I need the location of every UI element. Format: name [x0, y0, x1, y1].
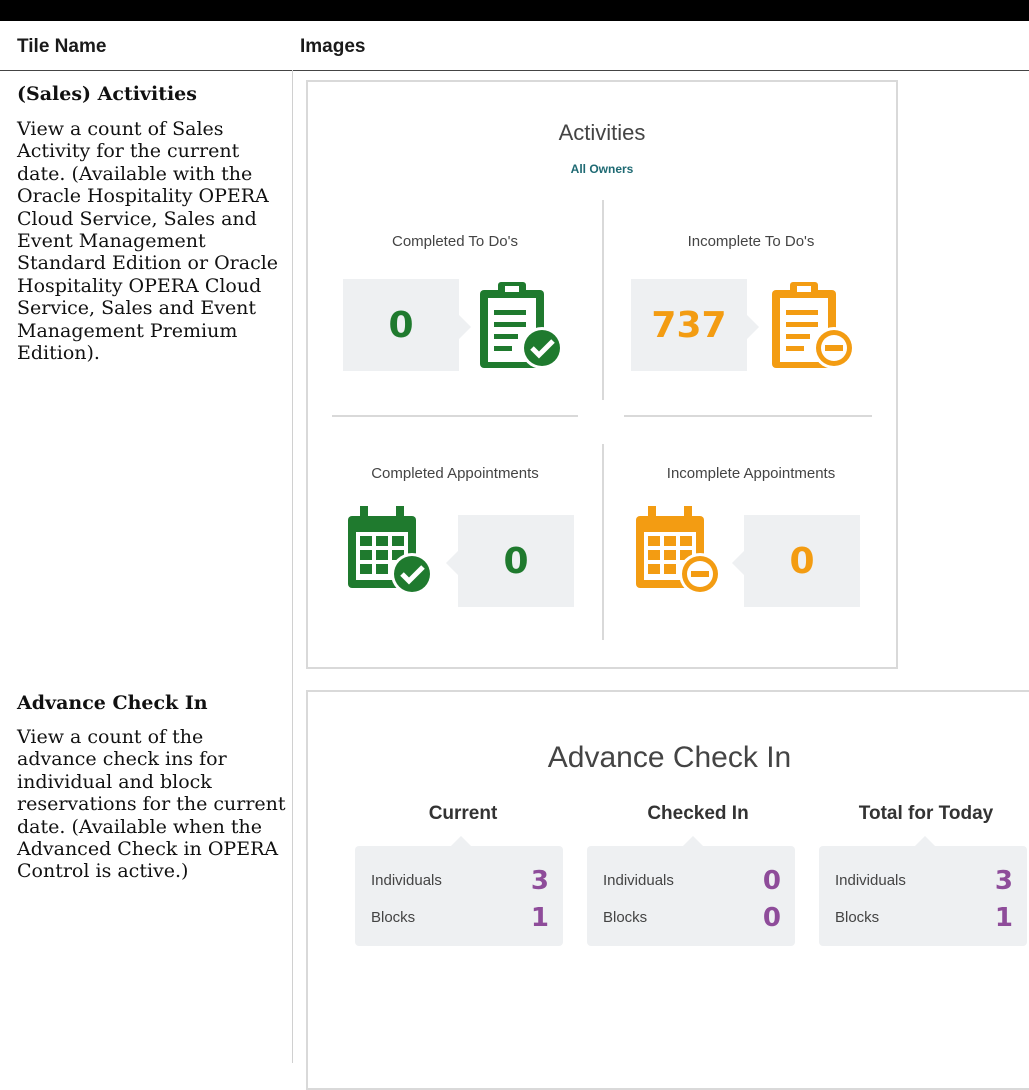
current-individuals-count: 3 [530, 866, 549, 896]
individuals-label: Individuals [835, 872, 906, 889]
tile-title: Advance Check In [547, 741, 792, 774]
column-divider [292, 70, 293, 1063]
completed-appointments-label: Completed Appointments [371, 465, 539, 482]
individuals-label: Individuals [603, 872, 674, 889]
column-header-images: Images [300, 36, 366, 57]
checked-in-card[interactable]: Individuals 0 Blocks 0 [587, 836, 795, 946]
clipboard-minus-icon [772, 282, 855, 369]
completed-todos-count[interactable]: 0 [343, 279, 471, 371]
incomplete-appointments-label: Incomplete Appointments [666, 465, 836, 482]
total-individuals-count: 3 [994, 866, 1013, 896]
column-heading-total-for-today: Total for Today [858, 803, 994, 824]
divider [602, 200, 604, 400]
column-heading-checked-in: Checked In [647, 803, 749, 824]
owner-filter[interactable]: All Owners [308, 162, 896, 176]
total-blocks-count: 1 [994, 903, 1013, 933]
row-description-activities: View a count of Sales Activity for the c… [17, 118, 279, 365]
checked-in-individuals-count: 0 [762, 866, 781, 896]
advance-check-in-tile[interactable]: Advance Check In Current Checked In Tota… [306, 690, 1029, 1090]
divider [332, 415, 578, 417]
checked-in-blocks-count: 0 [762, 903, 781, 933]
header-rule [0, 70, 1029, 71]
activities-tile[interactable]: Activities All Owners Completed To Do's … [306, 80, 898, 669]
incomplete-todos-label: Incomplete To Do's [687, 233, 815, 250]
individuals-label: Individuals [371, 872, 442, 889]
blocks-label: Blocks [835, 909, 880, 926]
blocks-label: Blocks [371, 909, 416, 926]
completed-todos-label: Completed To Do's [392, 233, 518, 250]
divider [602, 444, 604, 640]
total-for-today-card[interactable]: Individuals 3 Blocks 1 [819, 836, 1027, 946]
current-card[interactable]: Individuals 3 Blocks 1 [355, 836, 563, 946]
blocks-label: Blocks [603, 909, 648, 926]
column-header-tile-name: Tile Name [17, 36, 107, 57]
calendar-check-icon [348, 506, 433, 595]
row-title-activities: (Sales) Activities [17, 83, 197, 105]
tile-title: Activities [558, 120, 646, 145]
incomplete-todos-count[interactable]: 737 [631, 279, 759, 371]
row-title-advance-check-in: Advance Check In [17, 692, 208, 714]
clipboard-check-icon [480, 282, 563, 369]
incomplete-appointments-count[interactable]: 0 [732, 515, 860, 607]
divider [624, 415, 872, 417]
current-blocks-count: 1 [530, 903, 549, 933]
row-description-advance-check-in: View a count of the advance check ins fo… [17, 726, 286, 883]
top-bar [0, 0, 1029, 21]
calendar-minus-icon [636, 506, 721, 595]
column-heading-current: Current [428, 803, 498, 824]
completed-appointments-count[interactable]: 0 [446, 515, 574, 607]
